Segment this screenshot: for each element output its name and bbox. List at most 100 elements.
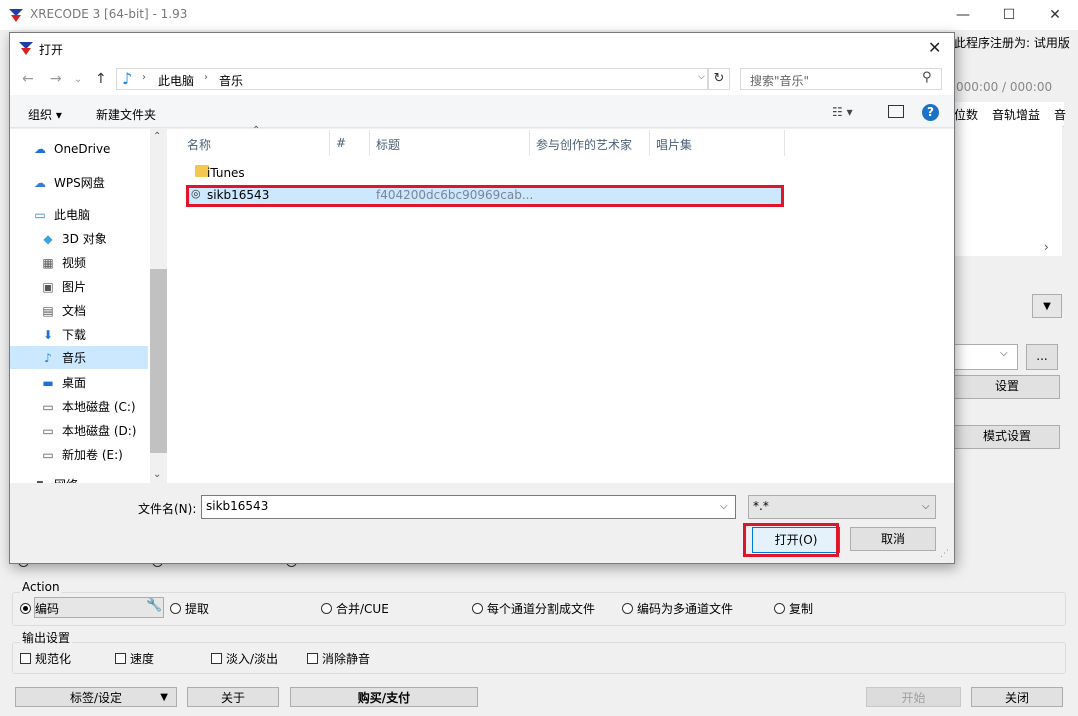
view-options-icon[interactable]: ☷ ▾ [832,105,853,119]
chevron-down-icon[interactable]: ⌵ [720,501,728,512]
breadcrumb-this-pc[interactable]: 此电脑 [158,72,194,89]
browse-button[interactable]: ... [1026,344,1058,370]
breadcrumb-separator-icon[interactable]: › [142,72,146,83]
dialog-titlebar [10,33,954,63]
drive-icon: ▭ [42,399,54,414]
nav-item-drive-d[interactable]: ▭ 本地磁盘 (D:) [40,422,136,439]
nav-item-music[interactable]: ♪ 音乐 [10,346,148,369]
maximize-button[interactable]: ☐ [986,0,1032,30]
document-icon: ▤ [42,303,54,318]
fade-checkbox[interactable]: 淡入/淡出 [211,650,278,667]
music-icon: ♪ [44,350,52,365]
output-path-combo[interactable] [954,344,1018,370]
column-header[interactable]: 音 [1054,106,1066,123]
radio-merge-cue[interactable]: 合并/CUE [321,600,389,617]
nav-item-downloads[interactable]: ⬇ 下载 [40,326,86,343]
dialog-close-icon[interactable]: ✕ [928,38,941,57]
preview-pane-icon[interactable] [888,105,904,118]
radio-encode[interactable]: 编码 [20,600,59,617]
column-header[interactable]: 音轨增益 [992,106,1040,123]
column-header-album[interactable]: 唱片集 [656,136,692,153]
nav-scrollbar-thumb[interactable] [150,269,167,453]
buy-button[interactable]: 购买/支付 [290,687,478,707]
breadcrumb-music[interactable]: 音乐 [219,72,243,89]
nav-item-wps[interactable]: ☁ WPS网盘 [32,174,105,191]
output-settings-label: 输出设置 [20,629,73,646]
speed-checkbox[interactable]: 速度 [115,650,154,667]
download-icon: ⬇ [42,327,54,342]
output-settings-group [12,642,1066,674]
nav-item-documents[interactable]: ▤ 文档 [40,302,86,319]
wrench-icon[interactable]: 🔧 [146,598,162,613]
settings-button[interactable]: 设置 [954,375,1060,399]
radio-copy[interactable]: 复制 [774,600,813,617]
scroll-up-icon[interactable]: ⌃ [153,131,161,142]
tags-settings-button[interactable]: 标签/设定 ▼ [15,687,177,707]
close-button[interactable]: 关闭 [971,687,1063,707]
chevron-down-icon[interactable]: ⌵ [922,501,930,512]
column-divider[interactable] [649,130,650,156]
about-button[interactable]: 关于 [187,687,279,707]
dropdown-arrow-icon: ▼ [160,692,168,703]
start-button[interactable]: 开始 [866,687,961,707]
search-icon[interactable]: ⚲ [922,70,932,85]
chevron-down-icon[interactable]: ⌵ [1000,348,1008,359]
nav-item-drive-c[interactable]: ▭ 本地磁盘 (C:) [40,398,135,415]
cloud-icon: ☁ [34,142,46,156]
column-header-artists[interactable]: 参与创作的艺术家 [536,136,632,153]
format-dropdown-button[interactable]: ▼ [1032,294,1062,318]
minimize-button[interactable]: — [940,0,986,30]
nav-item-3d-objects[interactable]: ◆ 3D 对象 [40,230,106,247]
app-title: XRECODE 3 [64-bit] - 1.93 [30,7,188,21]
cube-icon: ◆ [43,231,53,246]
scroll-down-icon[interactable]: ⌄ [153,469,161,480]
open-file-dialog: 打开 ✕ ← → ⌄ ↑ ♪ › 此电脑 › 音乐 ⌵ ↻ 搜索"音乐" ⚲ 组… [9,32,955,564]
registration-text: 此程序注册为: 试用版 [954,36,1070,50]
nav-item-drive-e[interactable]: ▭ 新加卷 (E:) [40,446,122,463]
radio-extract[interactable]: 提取 [170,600,209,617]
column-divider[interactable] [369,130,370,156]
nav-item-network[interactable]: ▪网络 [32,476,78,483]
radio-split-channels[interactable]: 每个通道分割成文件 [472,600,595,617]
back-arrow-icon[interactable]: ← [22,71,34,87]
scroll-right-icon[interactable]: › [1044,240,1049,254]
remove-silence-checkbox[interactable]: 消除静音 [307,650,370,667]
nav-item-videos[interactable]: ▦ 视频 [40,254,86,271]
column-header-name[interactable]: 名称 [187,136,211,153]
mode-settings-button[interactable]: 模式设置 [954,425,1060,449]
column-header-number[interactable]: # [336,136,346,150]
nav-item-pictures[interactable]: ▣ 图片 [40,278,86,295]
highlight-outline [743,523,839,557]
column-divider[interactable] [784,130,785,156]
column-divider[interactable] [329,130,330,156]
cancel-button[interactable]: 取消 [850,527,936,551]
help-icon[interactable]: ? [922,104,939,121]
organize-button[interactable]: 组织 ▾ [28,106,62,123]
file-type-filter[interactable]: *.* [748,495,936,519]
column-divider[interactable] [529,130,530,156]
nav-item-this-pc[interactable]: ▭ 此电脑 [32,206,90,223]
radio-multichannel[interactable]: 编码为多通道文件 [622,600,733,617]
recent-chevron-icon[interactable]: ⌄ [74,74,82,85]
radio-checked-icon[interactable] [20,603,31,614]
file-row-itunes[interactable]: iTunes [187,163,783,183]
column-header-title[interactable]: 标题 [376,136,400,153]
file-list[interactable] [954,126,1062,256]
column-header[interactable]: 位数 [954,106,978,123]
up-arrow-icon[interactable]: ↑ [95,71,107,87]
normalize-checkbox[interactable]: 规范化 [20,650,71,667]
forward-arrow-icon[interactable]: → [50,71,62,87]
nav-item-desktop[interactable]: ▬ 桌面 [40,374,86,391]
resize-grip-icon[interactable]: ⋰ [940,549,949,559]
new-folder-button[interactable]: 新建文件夹 [96,106,156,123]
refresh-button[interactable]: ↻ [708,68,730,90]
close-window-button[interactable]: ✕ [1032,0,1078,30]
drive-icon: ▭ [42,447,54,462]
address-dropdown-icon[interactable]: ⌵ [698,72,705,82]
nav-item-onedrive[interactable]: ☁ OneDrive [32,142,110,156]
filename-input[interactable]: sikb16543 [201,495,736,519]
breadcrumb-separator-icon[interactable]: › [204,72,208,83]
network-icon: ▪ [35,476,45,483]
drive-icon: ▭ [42,423,54,438]
action-label: Action [20,580,62,594]
